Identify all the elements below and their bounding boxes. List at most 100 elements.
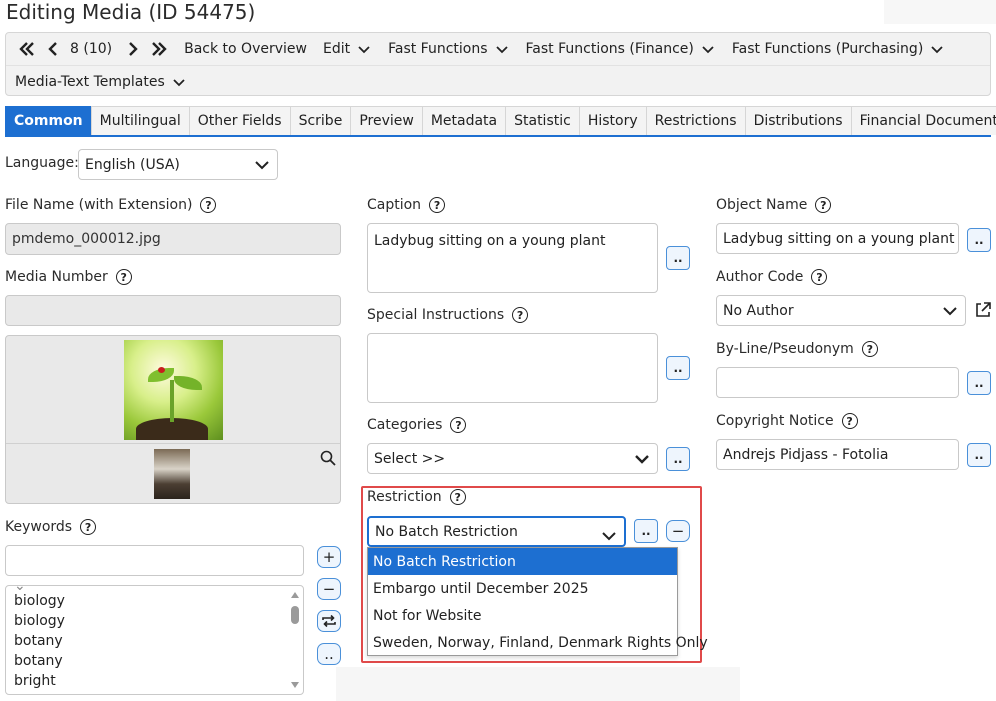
keyword-input[interactable] — [5, 545, 304, 576]
previous-record-button[interactable] — [40, 42, 66, 56]
tab-distributions[interactable]: Distributions — [744, 106, 852, 135]
media-text-templates-menu[interactable]: Media-Text Templates — [9, 74, 191, 90]
copyright-more-button[interactable]: .. — [967, 443, 991, 467]
categories-select[interactable]: Select >> — [367, 443, 658, 474]
restriction-option[interactable]: Not for Website — [368, 602, 677, 629]
special-instructions-label-text: Special Instructions — [367, 307, 505, 323]
page-title: Editing Media (ID 54475) — [6, 0, 256, 24]
help-icon[interactable]: ? — [429, 197, 446, 213]
restriction-option[interactable]: No Batch Restriction — [368, 548, 677, 575]
list-item[interactable]: botany — [14, 633, 63, 649]
caption-textarea[interactable]: Ladybug sitting on a young plant — [367, 223, 658, 293]
chevron-down-icon — [931, 46, 943, 54]
list-item[interactable]: biology — [14, 613, 65, 629]
tab-metadata[interactable]: Metadata — [421, 106, 507, 135]
categories-more-button[interactable]: .. — [666, 447, 690, 471]
file-name-label-text: File Name (with Extension) — [5, 197, 193, 213]
caption-more-button[interactable]: .. — [666, 246, 690, 270]
author-code-select[interactable]: No Author — [716, 295, 966, 326]
media-number-label-text: Media Number — [5, 269, 108, 285]
fast-functions-finance-menu[interactable]: Fast Functions (Finance) — [520, 41, 720, 57]
back-to-overview-label: Back to Overview — [184, 41, 307, 57]
media-number-field[interactable] — [5, 295, 341, 326]
list-item[interactable]: botany — [14, 653, 63, 669]
double-chevron-right-icon — [152, 42, 167, 56]
dots-icon: .. — [974, 376, 984, 390]
tab-history[interactable]: History — [578, 106, 647, 135]
author-code-label: Author Code ? — [716, 269, 828, 285]
tab-common[interactable]: Common — [5, 106, 92, 135]
restriction-option[interactable]: Sweden, Norway, Finland, Denmark Rights … — [368, 629, 708, 656]
stem-shape — [170, 380, 174, 422]
help-icon[interactable]: ? — [115, 269, 132, 285]
restriction-remove-button[interactable]: − — [666, 520, 690, 542]
keyword-more-button[interactable]: .. — [317, 643, 341, 665]
object-name-more-button[interactable]: .. — [967, 228, 991, 252]
media-thumbnail[interactable] — [154, 449, 190, 499]
help-icon[interactable]: ? — [512, 307, 529, 323]
copyright-label: Copyright Notice ? — [716, 413, 858, 429]
byline-field[interactable] — [716, 367, 959, 398]
tab-scribe[interactable]: Scribe — [289, 106, 352, 135]
help-icon[interactable]: ? — [449, 489, 466, 505]
help-icon[interactable]: ? — [815, 197, 832, 213]
tab-preview[interactable]: Preview — [350, 106, 423, 135]
tab-statistic[interactable]: Statistic — [505, 106, 580, 135]
repeat-icon — [322, 614, 336, 628]
back-to-overview-button[interactable]: Back to Overview — [178, 41, 313, 57]
chevron-down-icon — [602, 531, 616, 540]
copyright-field[interactable]: Andrejs Pidjass - Fotolia — [716, 439, 959, 470]
file-name-value: pmdemo_000012.jpg — [12, 231, 161, 247]
restriction-more-button[interactable]: .. — [634, 519, 658, 543]
language-select[interactable]: English (USA) — [78, 149, 278, 180]
tab-other-fields[interactable]: Other Fields — [188, 106, 291, 135]
media-text-templates-label: Media-Text Templates — [15, 73, 165, 90]
zoom-icon[interactable] — [320, 450, 336, 466]
list-item[interactable]: biology — [14, 593, 65, 609]
media-preview-image[interactable] — [124, 340, 223, 440]
chevron-right-icon — [129, 42, 138, 56]
keywords-scrollbar[interactable] — [289, 588, 301, 692]
list-item[interactable]: bright — [14, 673, 56, 689]
next-record-button[interactable] — [120, 42, 146, 56]
special-instructions-textarea[interactable] — [367, 333, 658, 403]
language-value: English (USA) — [85, 156, 180, 173]
restriction-label: Restriction ? — [367, 489, 466, 505]
language-label: Language: — [5, 155, 79, 171]
restriction-option[interactable]: Embargo until December 2025 — [368, 575, 677, 602]
object-name-field[interactable]: Ladybug sitting on a young plant — [716, 223, 959, 254]
restriction-select[interactable]: No Batch Restriction — [367, 516, 626, 547]
help-icon[interactable]: ? — [80, 519, 97, 535]
categories-label: Categories ? — [367, 417, 467, 433]
last-record-button[interactable] — [146, 42, 172, 56]
restriction-value: No Batch Restriction — [375, 523, 518, 540]
add-keyword-button[interactable]: + — [317, 546, 341, 568]
top-right-panel — [884, 0, 996, 24]
help-icon[interactable]: ? — [200, 197, 217, 213]
tab-multilingual[interactable]: Multilingual — [90, 106, 190, 135]
help-icon[interactable]: ? — [450, 417, 467, 433]
author-code-label-text: Author Code — [716, 269, 804, 285]
tab-restrictions[interactable]: Restrictions — [645, 106, 746, 135]
help-icon[interactable]: ? — [861, 341, 878, 357]
special-instructions-more-button[interactable]: .. — [666, 356, 690, 380]
dots-icon: .. — [673, 361, 683, 375]
file-name-field[interactable]: pmdemo_000012.jpg — [5, 223, 341, 255]
dots-icon: .. — [673, 452, 683, 466]
byline-more-button[interactable]: .. — [967, 371, 991, 395]
minus-icon: − — [322, 580, 336, 598]
preview-divider — [6, 443, 340, 444]
first-record-button[interactable] — [14, 42, 40, 56]
remove-keyword-button[interactable]: − — [317, 578, 341, 600]
toolbar-row-2: Media-Text Templates — [6, 65, 990, 97]
external-link-icon[interactable] — [974, 301, 992, 319]
help-icon[interactable]: ? — [841, 413, 858, 429]
help-icon[interactable]: ? — [811, 269, 828, 285]
edit-menu[interactable]: Edit — [317, 41, 376, 57]
record-position: 8 (10) — [70, 41, 113, 57]
tab-financial-documents[interactable]: Financial Documents — [850, 106, 996, 135]
keywords-list[interactable]: ⌄ biology biology botany botany bright — [5, 585, 304, 695]
fast-functions-menu[interactable]: Fast Functions — [382, 41, 513, 57]
fast-functions-purchasing-menu[interactable]: Fast Functions (Purchasing) — [726, 41, 949, 57]
replace-keyword-button[interactable] — [317, 610, 341, 632]
